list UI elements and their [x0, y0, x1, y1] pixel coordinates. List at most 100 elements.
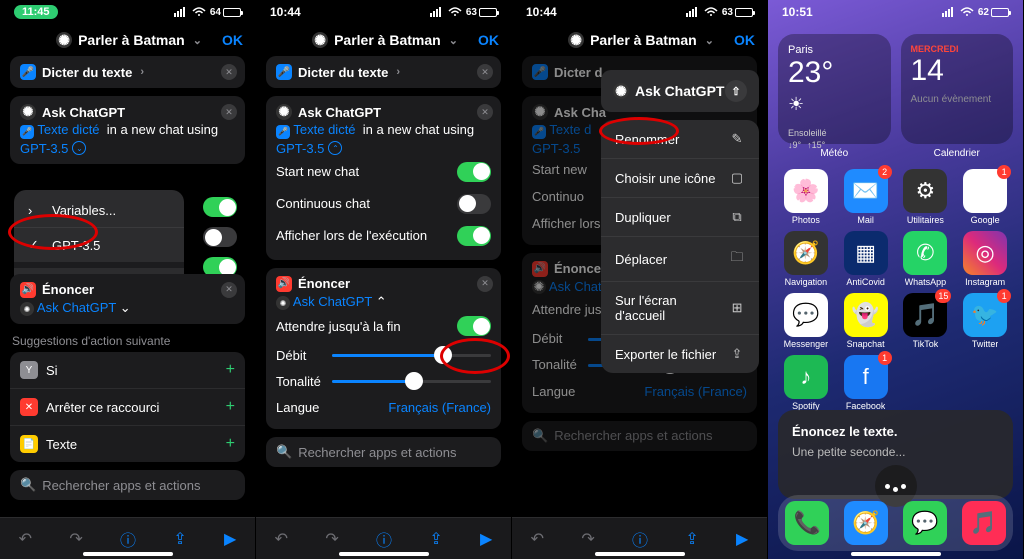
add-icon[interactable]: +: [226, 361, 235, 379]
share-button[interactable]: ⇪: [429, 529, 442, 549]
signal-icon: [942, 7, 956, 17]
chevron-up-icon[interactable]: ⌃: [376, 294, 387, 310]
dictate-action[interactable]: 🎤Dicter du texte› ✕: [10, 56, 245, 88]
undo-button[interactable]: ↶: [531, 529, 544, 549]
run-button[interactable]: ▶: [480, 529, 492, 549]
app-mail[interactable]: ✉️2Mail: [840, 169, 892, 225]
run-button[interactable]: ▶: [224, 529, 236, 549]
choose-icon-row[interactable]: Choisir une icône▢: [601, 159, 759, 198]
app-photos[interactable]: 🌸Photos: [780, 169, 832, 225]
shortcut-title[interactable]: Parler à Batman: [78, 32, 185, 48]
remove-action-button[interactable]: ✕: [477, 276, 493, 292]
speak-input-var[interactable]: Ask ChatGPT: [37, 300, 116, 315]
model-picker[interactable]: GPT-3.5: [20, 141, 68, 156]
rate-slider[interactable]: [332, 346, 491, 364]
variables-row[interactable]: ›Variables...: [14, 194, 184, 227]
calendar-widget[interactable]: MERCREDI 14 Aucun évènement: [901, 34, 1014, 144]
ask-chatgpt-action[interactable]: ✕ ✺Ask ChatGPT 🎤 Texte dicté in a new ch…: [266, 96, 501, 260]
home-indicator[interactable]: [339, 552, 429, 556]
app-utilitaires[interactable]: ⚙︎Utilitaires: [900, 169, 952, 225]
done-button[interactable]: OK: [734, 32, 755, 48]
app-facebook[interactable]: f1Facebook: [840, 355, 892, 411]
model-option[interactable]: ✓GPT-3.5: [14, 228, 184, 262]
add-icon[interactable]: +: [226, 398, 235, 416]
app-navigation[interactable]: 🧭Navigation: [780, 231, 832, 287]
dictated-text-var[interactable]: Texte dicté: [37, 122, 99, 137]
speak-action[interactable]: ✕ 🔊Énoncer ✺ Ask ChatGPT ⌃ Attendre jusq…: [266, 268, 501, 430]
remove-action-button[interactable]: ✕: [221, 282, 237, 298]
badge: 2: [878, 165, 892, 179]
remove-action-button[interactable]: ✕: [477, 64, 493, 80]
redo-button[interactable]: ↷: [325, 529, 338, 549]
home-indicator[interactable]: [83, 552, 173, 556]
toggle-new-chat[interactable]: [203, 197, 237, 217]
add-icon[interactable]: +: [226, 435, 235, 453]
toggle-new-chat[interactable]: [457, 162, 491, 182]
duplicate-row[interactable]: Dupliquer⧉: [601, 198, 759, 237]
app-spotify[interactable]: ♪Spotify: [780, 355, 832, 411]
add-home-row[interactable]: Sur l'écran d'accueil⊞: [601, 282, 759, 335]
speak-action[interactable]: ✕ 🔊Énoncer ✺ Ask ChatGPT ⌄: [10, 274, 245, 325]
chevron-up-icon[interactable]: ⌃: [328, 141, 342, 155]
done-button[interactable]: OK: [222, 32, 243, 48]
language-picker[interactable]: Français (France): [388, 400, 491, 415]
undo-button[interactable]: ↶: [19, 529, 32, 549]
suggestion-if[interactable]: YSi+: [10, 352, 245, 389]
shortcut-title[interactable]: Parler à Batman: [590, 32, 697, 48]
suggestion-stop[interactable]: ✕Arrêter ce raccourci+: [10, 389, 245, 426]
app-twitter[interactable]: 🐦1Twitter: [959, 293, 1011, 349]
search-field[interactable]: 🔍Rechercher apps et actions: [10, 470, 245, 500]
toggle-show-run[interactable]: [457, 226, 491, 246]
info-button[interactable]: ⓘ: [120, 527, 136, 551]
chevron-down-icon[interactable]: ⌄: [449, 34, 458, 47]
app-instagram[interactable]: ◎Instagram: [959, 231, 1011, 287]
remove-action-button[interactable]: ✕: [221, 104, 237, 120]
toggle-wait[interactable]: [457, 316, 491, 336]
done-button[interactable]: OK: [478, 32, 499, 48]
app-whatsapp[interactable]: ✆WhatsApp: [900, 231, 952, 287]
app-tiktok[interactable]: 🎵15TikTok: [900, 293, 952, 349]
info-button[interactable]: ⓘ: [376, 527, 392, 551]
share-button[interactable]: ⇪: [685, 529, 698, 549]
move-row[interactable]: Déplacer🗀: [601, 237, 759, 282]
rename-row[interactable]: Renommer✎: [601, 120, 759, 159]
app-anticovid[interactable]: ▦AntiCovid: [840, 231, 892, 287]
chevron-down-icon[interactable]: ⌄: [705, 34, 714, 47]
chevron-down-icon[interactable]: ⌄: [120, 300, 131, 316]
dock-app[interactable]: 🧭: [844, 501, 888, 545]
app-snapchat[interactable]: 👻Snapchat: [840, 293, 892, 349]
export-row[interactable]: Exporter le fichier⇪: [601, 335, 759, 373]
app-messenger[interactable]: 💬Messenger: [780, 293, 832, 349]
suggestion-text[interactable]: 📄Texte+: [10, 426, 245, 462]
dictate-action[interactable]: 🎤Dicter du texte›✕: [266, 56, 501, 88]
redo-button[interactable]: ↷: [69, 529, 82, 549]
run-button[interactable]: ▶: [736, 529, 748, 549]
app-google[interactable]: G1Google: [959, 169, 1011, 225]
dock-app[interactable]: 🎵: [962, 501, 1006, 545]
remove-action-button[interactable]: ✕: [221, 64, 237, 80]
home-indicator[interactable]: [595, 552, 685, 556]
weather-widget[interactable]: Paris 23° ☀︎ Ensoleillé ↓9°↑15°: [778, 34, 891, 144]
info-button[interactable]: ⓘ: [632, 527, 648, 551]
redo-button[interactable]: ↷: [581, 529, 594, 549]
speak-input-var[interactable]: Ask ChatGPT: [293, 294, 372, 309]
toggle-continuous[interactable]: [203, 227, 237, 247]
home-indicator[interactable]: [851, 552, 941, 556]
dock-app[interactable]: 📞: [785, 501, 829, 545]
share-button[interactable]: ⇪: [173, 529, 186, 549]
dock-app[interactable]: 💬: [903, 501, 947, 545]
search-field[interactable]: 🔍Rechercher apps et actions: [522, 421, 757, 451]
model-picker[interactable]: GPT-3.5: [276, 141, 324, 156]
ask-chatgpt-action[interactable]: ✕ ✺Ask ChatGPT 🎤 Texte dicté in a new ch…: [10, 96, 245, 164]
pitch-slider[interactable]: [332, 372, 491, 390]
dictated-text-var[interactable]: Texte dicté: [293, 122, 355, 137]
search-field[interactable]: 🔍Rechercher apps et actions: [266, 437, 501, 467]
undo-button[interactable]: ↶: [275, 529, 288, 549]
share-button[interactable]: ⇧: [725, 80, 747, 102]
chevron-down-icon[interactable]: ⌄: [193, 34, 202, 47]
toggle-continuous[interactable]: [457, 194, 491, 214]
chevron-down-icon[interactable]: ⌄: [72, 141, 86, 155]
app-icon: 🧭: [784, 231, 828, 275]
shortcut-title[interactable]: Parler à Batman: [334, 32, 441, 48]
remove-action-button[interactable]: ✕: [477, 104, 493, 120]
